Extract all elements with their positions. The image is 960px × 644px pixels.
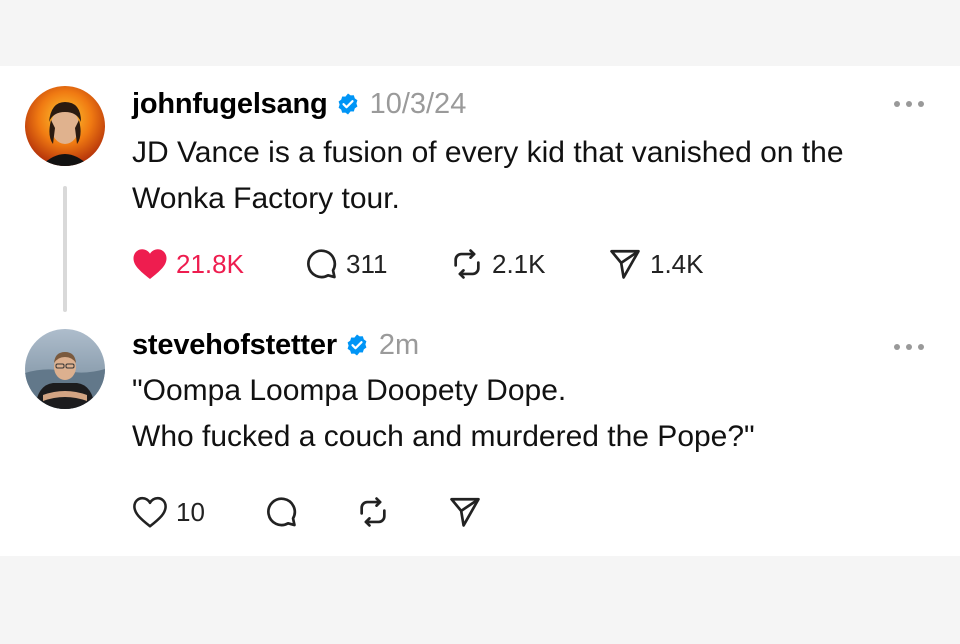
share-count: 1.4K [650, 248, 704, 279]
username[interactable]: stevehofstetter [132, 329, 337, 362]
post: johnfugelsang 10/3/24 JD Vance is a fusi… [0, 66, 960, 312]
like-count: 10 [176, 496, 205, 527]
comment-icon [307, 249, 337, 279]
post-text: "Oompa Loompa Doopety Dope. Who fucked a… [132, 368, 932, 460]
like-button[interactable]: 21.8K [132, 247, 304, 281]
timestamp: 10/3/24 [369, 87, 467, 120]
comment-icon [267, 497, 297, 527]
share-button[interactable] [448, 495, 482, 529]
repost-icon [360, 497, 386, 527]
post-text-line: Who fucked a couch and murdered the Pope… [132, 420, 755, 453]
thread-card: johnfugelsang 10/3/24 JD Vance is a fusi… [0, 66, 960, 556]
post-text-line: "Oompa Loompa Doopety Dope. [132, 374, 567, 407]
repost-button[interactable]: 2.1K [450, 247, 608, 281]
like-count: 21.8K [176, 248, 244, 279]
heart-icon [133, 249, 167, 279]
more-icon[interactable] [894, 341, 924, 353]
reply-button[interactable]: 311 [304, 247, 450, 281]
avatar[interactable] [25, 329, 105, 409]
repost-button[interactable] [356, 495, 448, 529]
avatar-image [25, 86, 105, 166]
avatar-image [25, 329, 105, 409]
repost-count: 2.1K [492, 248, 546, 279]
action-bar: 21.8K 311 2.1K 1.4K [132, 244, 704, 284]
more-icon[interactable] [894, 98, 924, 110]
verified-badge-icon [338, 93, 357, 115]
post-header: stevehofstetter 2m [132, 325, 419, 365]
avatar[interactable] [25, 86, 105, 166]
reply-count: 311 [346, 248, 388, 279]
thread-connector-line [63, 186, 67, 312]
share-icon [450, 497, 480, 527]
action-bar: 10 [132, 492, 482, 532]
username[interactable]: johnfugelsang [132, 88, 328, 121]
share-icon [610, 249, 640, 279]
post-text-line: JD Vance is a fusion of every kid that v… [132, 136, 844, 169]
repost-icon [454, 249, 480, 279]
post-text: JD Vance is a fusion of every kid that v… [132, 130, 932, 222]
like-button[interactable]: 10 [132, 495, 264, 529]
post: stevehofstetter 2m "Oompa Loompa Doopety… [0, 311, 960, 556]
heart-icon [133, 496, 167, 528]
post-header: johnfugelsang 10/3/24 [132, 84, 466, 124]
timestamp: 2m [378, 328, 420, 361]
post-text-line: Wonka Factory tour. [132, 182, 400, 215]
reply-button[interactable] [264, 495, 356, 529]
share-button[interactable]: 1.4K [608, 247, 704, 281]
verified-badge-icon [347, 334, 367, 356]
